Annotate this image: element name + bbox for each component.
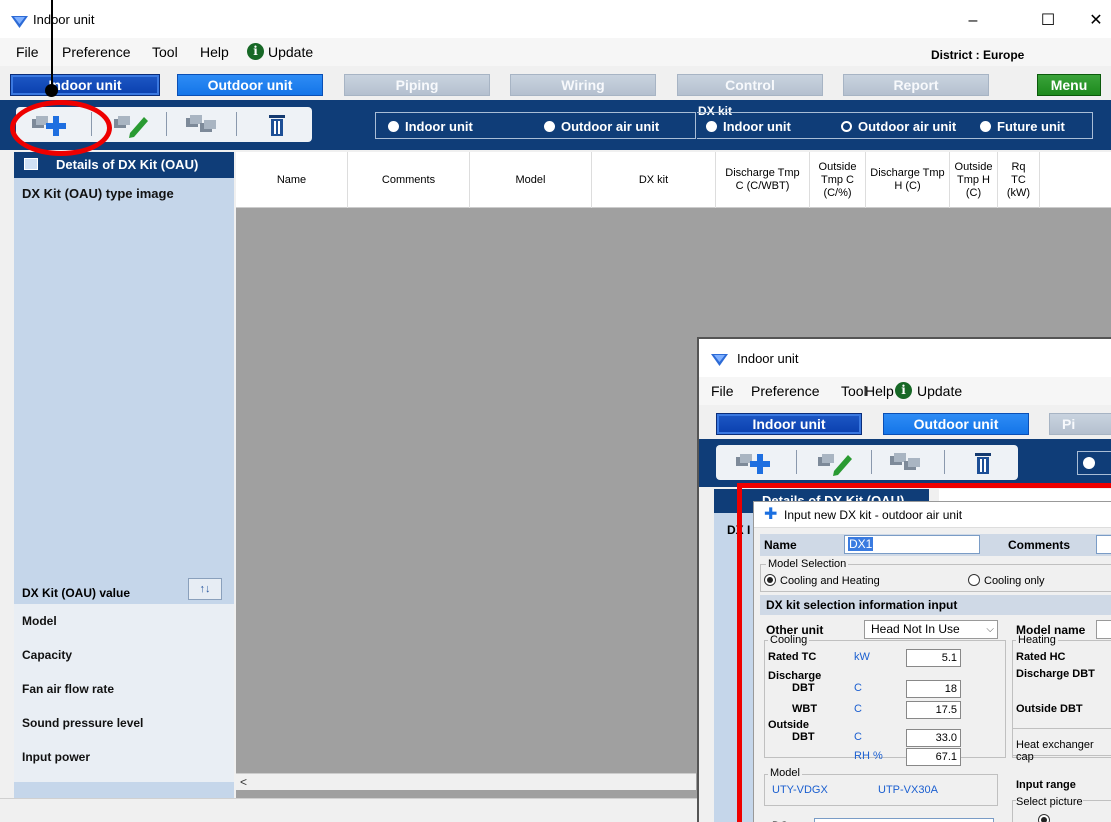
overlay-window-title: Indoor unit: [737, 351, 799, 366]
sort-arrows-button[interactable]: ↑↓: [188, 578, 222, 600]
overlay-action-group: [716, 445, 1018, 480]
details-icon: [24, 158, 38, 170]
info-icon: i: [247, 43, 264, 60]
nav-indoor-unit[interactable]: Indoor unit: [10, 74, 160, 96]
value-sound-pressure: Sound pressure level: [22, 716, 144, 730]
main-window: Indoor unit – ☐ ✕ File Preference Tool H…: [0, 0, 1111, 822]
value-capacity: Capacity: [22, 648, 73, 662]
trash-icon: [269, 115, 285, 136]
nav-menu[interactable]: Menu: [1037, 74, 1101, 96]
radio-outdoor-air-unit[interactable]: Outdoor air unit: [544, 119, 659, 134]
overlay-info-icon: i: [895, 382, 912, 399]
details-panel: Details of DX Kit (OAU) DX Kit (OAU) typ…: [14, 152, 234, 798]
annotation-highlight-box: [737, 483, 1111, 822]
maximize-button[interactable]: ☐: [1025, 6, 1071, 34]
overlay-menu-tool[interactable]: Tool: [841, 383, 867, 399]
annotation-pointer-line: [51, 0, 53, 88]
nav-control[interactable]: Control: [677, 74, 823, 96]
zoomed-overlay-window: Indoor unit File Preference Tool Help i …: [697, 337, 1111, 822]
scroll-left-icon[interactable]: <: [240, 775, 247, 789]
overlay-toolbar: [699, 439, 1111, 487]
overlay-nav-piping[interactable]: Pi: [1049, 413, 1111, 435]
menu-update[interactable]: Update: [268, 44, 313, 60]
overlay-title-bar: Indoor unit: [699, 339, 1111, 377]
edit-button[interactable]: [108, 111, 154, 139]
radio-dx-future-unit[interactable]: Future unit: [980, 119, 1065, 134]
delete-button[interactable]: [254, 111, 300, 139]
nav-report[interactable]: Report: [843, 74, 989, 96]
radio-indoor-unit[interactable]: Indoor unit: [388, 119, 473, 134]
annotation-pointer-dot: [45, 84, 58, 97]
col-comments[interactable]: Comments: [348, 152, 470, 208]
window-title: Indoor unit: [33, 12, 95, 27]
menu-file[interactable]: File: [16, 44, 39, 60]
details-header: Details of DX Kit (OAU): [14, 152, 234, 178]
value-fan-air-flow: Fan air flow rate: [22, 682, 115, 696]
overlay-module-nav: Indoor unit Outdoor unit Pi: [699, 407, 1111, 437]
app-logo-icon: [11, 16, 28, 28]
module-nav: Indoor unit Outdoor unit Piping Wiring C…: [0, 68, 1111, 98]
col-name[interactable]: Name: [236, 152, 348, 208]
copy-button[interactable]: [178, 111, 224, 139]
dx-kit-radio-group: Indoor unit Outdoor air unit Future unit: [697, 112, 1093, 139]
unit-type-radio-group: Indoor unit Outdoor air unit: [375, 112, 696, 139]
col-dx-kit[interactable]: DX kit: [592, 152, 716, 208]
value-list: Model Capacity Fan air flow rate Sound p…: [14, 604, 234, 782]
overlay-nav-outdoor-unit[interactable]: Outdoor unit: [883, 413, 1029, 435]
copy-unit-icon[interactable]: [882, 449, 928, 477]
col-discharge-tmp-c[interactable]: Discharge Tmp C (C/WBT): [716, 152, 810, 208]
col-rq-tc[interactable]: Rq TC (kW): [998, 152, 1040, 208]
value-model: Model: [22, 614, 57, 628]
value-input-power: Input power: [22, 750, 90, 764]
grid-header: Name Comments Model DX kit Discharge Tmp…: [236, 152, 1111, 208]
title-bar: Indoor unit – ☐ ✕: [0, 0, 1111, 38]
overlay-menu-bar: File Preference Tool Help i Update: [699, 377, 1111, 405]
nav-wiring[interactable]: Wiring: [510, 74, 656, 96]
close-button[interactable]: ✕: [1073, 6, 1111, 34]
radio-dx-outdoor-air-unit[interactable]: Outdoor air unit: [841, 119, 956, 134]
col-discharge-tmp-h[interactable]: Discharge Tmp H (C): [866, 152, 950, 208]
horizontal-scrollbar[interactable]: <: [236, 773, 696, 790]
menu-tool[interactable]: Tool: [152, 44, 178, 60]
overlay-radio[interactable]: [1083, 457, 1095, 469]
value-header: DX Kit (OAU) value: [22, 586, 131, 600]
district-label: District : Europe: [931, 48, 1025, 62]
overlay-menu-preference[interactable]: Preference: [751, 383, 819, 399]
annotation-highlight-circle: [10, 100, 112, 156]
nav-outdoor-unit[interactable]: Outdoor unit: [177, 74, 323, 96]
overlay-menu-file[interactable]: File: [711, 383, 734, 399]
edit-unit-icon: [114, 116, 148, 138]
minimize-button[interactable]: –: [950, 6, 996, 34]
menu-preference[interactable]: Preference: [62, 44, 130, 60]
add-unit-icon[interactable]: [730, 449, 776, 477]
app-logo-icon: [711, 354, 728, 366]
col-outside-tmp-h[interactable]: Outside Tmp H (C): [950, 152, 998, 208]
col-outside-tmp-c[interactable]: Outside Tmp C (C/%): [810, 152, 866, 208]
overlay-menu-update[interactable]: Update: [917, 383, 962, 399]
copy-unit-icon: [186, 115, 216, 132]
nav-piping[interactable]: Piping: [344, 74, 490, 96]
overlay-nav-indoor-unit[interactable]: Indoor unit: [716, 413, 862, 435]
type-image-label: DX Kit (OAU) type image: [22, 186, 174, 201]
col-model[interactable]: Model: [470, 152, 592, 208]
overlay-menu-help[interactable]: Help: [865, 383, 894, 399]
radio-dx-indoor-unit[interactable]: Indoor unit: [706, 119, 791, 134]
menu-help[interactable]: Help: [200, 44, 229, 60]
trash-icon[interactable]: [960, 449, 1006, 477]
edit-unit-icon[interactable]: [812, 449, 858, 477]
